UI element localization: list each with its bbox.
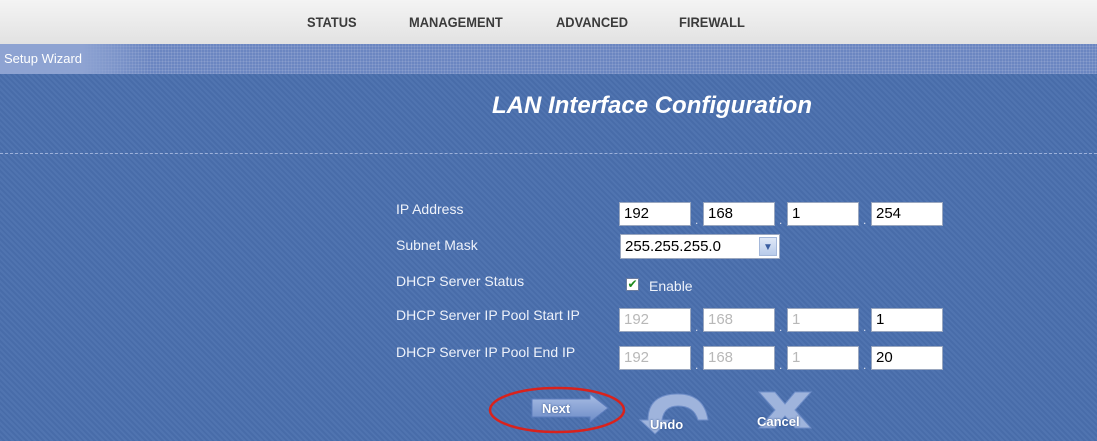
cancel-label: Cancel — [757, 414, 800, 429]
wizard-label: Setup Wizard — [4, 51, 83, 66]
pool-start-label: DHCP Server IP Pool Start IP — [396, 307, 580, 323]
pool-end-label: DHCP Server IP Pool End IP — [396, 344, 576, 360]
dot-separator: . — [779, 320, 783, 334]
pool-start-octet-1: 192 — [619, 308, 691, 332]
subnet-mask-label: Subnet Mask — [396, 237, 478, 253]
dot-separator: . — [695, 320, 699, 334]
dot-separator: . — [779, 358, 783, 372]
nav-status[interactable]: STATUS — [307, 14, 357, 30]
subnet-mask-select[interactable]: 255.255.255.0 ▼ — [620, 234, 780, 259]
nav-advanced[interactable]: ADVANCED — [556, 14, 628, 30]
ip-octet-1[interactable]: 192 — [619, 202, 691, 226]
pool-end-octet-2: 168 — [703, 346, 775, 370]
divider — [0, 153, 1097, 154]
dot-separator: . — [695, 358, 699, 372]
page-title: LAN Interface Configuration — [492, 92, 813, 119]
ip-octet-4[interactable]: 254 — [871, 202, 943, 226]
pool-start-octet-3: 1 — [787, 308, 859, 332]
pool-end-octet-1: 192 — [619, 346, 691, 370]
dot-separator: . — [695, 213, 699, 227]
dhcp-status-label: DHCP Server Status — [396, 273, 525, 289]
dot-separator: . — [863, 320, 867, 334]
nav-management[interactable]: MANAGEMENT — [409, 14, 503, 30]
cancel-x-icon — [757, 391, 813, 429]
pool-end-octet-4[interactable]: 20 — [871, 346, 943, 370]
wizard-bar: Setup Wizard — [0, 44, 1097, 74]
pool-start-octet-2: 168 — [703, 308, 775, 332]
content-panel: Setup Wizard LAN Interface Configuration — [0, 44, 1097, 441]
nav-firewall[interactable]: FIREWALL — [679, 14, 745, 30]
undo-label: Undo — [650, 417, 684, 432]
pool-start-octet-4[interactable]: 1 — [871, 308, 943, 332]
ip-octet-3[interactable]: 1 — [787, 202, 859, 226]
dot-separator: . — [779, 213, 783, 227]
dhcp-enable-label: Enable — [649, 278, 693, 294]
ip-address-label: IP Address — [396, 201, 464, 217]
next-button[interactable]: Next — [486, 384, 628, 436]
subnet-mask-value: 255.255.255.0 — [625, 238, 721, 255]
next-label: Next — [542, 401, 571, 416]
ip-octet-2[interactable]: 168 — [703, 202, 775, 226]
dhcp-enable-checkbox[interactable]: ✔ — [626, 278, 639, 291]
cancel-button[interactable]: Cancel — [745, 384, 825, 438]
pool-end-octet-3: 1 — [787, 346, 859, 370]
dot-separator: . — [863, 213, 867, 227]
undo-button[interactable]: Undo — [638, 384, 718, 438]
dot-separator: . — [863, 358, 867, 372]
top-navigation: STATUS MANAGEMENT ADVANCED FIREWALL — [0, 0, 1097, 44]
checkmark-icon: ✔ — [627, 277, 638, 291]
chevron-down-icon[interactable]: ▼ — [759, 237, 777, 256]
